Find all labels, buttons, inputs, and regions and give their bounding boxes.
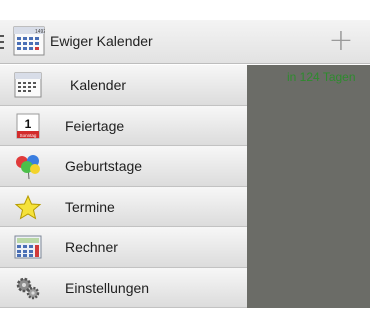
- content-area: in 124 Tagen: [246, 65, 370, 308]
- app-bar: 1492 Ewiger Kalender +: [0, 20, 370, 64]
- drawer-toggle-icon[interactable]: [0, 35, 5, 49]
- holiday-calendar-icon: 1 Sonntag: [16, 113, 40, 138]
- drawer-item-label: Termine: [65, 198, 115, 215]
- app-title: Ewiger Kalender: [50, 33, 153, 49]
- gears-icon: [16, 277, 40, 299]
- bottom-margin: [0, 308, 370, 333]
- drawer-item-label: Einstellungen: [65, 279, 150, 296]
- app-logo-icon[interactable]: 1492: [13, 26, 45, 56]
- drawer-item-label: Rechner: [65, 239, 118, 255]
- add-button[interactable]: +: [326, 26, 356, 56]
- calculator-icon: [14, 235, 42, 259]
- calendar-icon: [14, 72, 42, 98]
- drawer-item-feiertage[interactable]: 1 Sonntag Feiertage: [0, 105, 247, 146]
- star-icon: [14, 194, 42, 220]
- drawer-item-label: Feiertage: [65, 117, 125, 134]
- drawer-item-einstellungen[interactable]: Einstellungen: [0, 267, 247, 308]
- svg-text:1492: 1492: [35, 29, 45, 35]
- drawer-item-geburtstage[interactable]: Geburtstage: [0, 146, 247, 187]
- svg-text:Sonntag: Sonntag: [20, 133, 37, 138]
- navigation-drawer: Kalender 1 Sonntag Feiertage Geburtstage…: [0, 65, 247, 308]
- drawer-item-label: Kalender: [70, 77, 127, 93]
- days-until-text: in 124 Tagen: [287, 70, 356, 84]
- drawer-item-rechner[interactable]: Rechner: [0, 227, 247, 268]
- drawer-item-termine[interactable]: Termine: [0, 186, 247, 227]
- svg-text:1: 1: [25, 117, 32, 131]
- drawer-item-label: Geburtstage: [65, 158, 143, 174]
- balloons-icon: [16, 155, 40, 179]
- drawer-item-kalender[interactable]: Kalender: [0, 65, 247, 106]
